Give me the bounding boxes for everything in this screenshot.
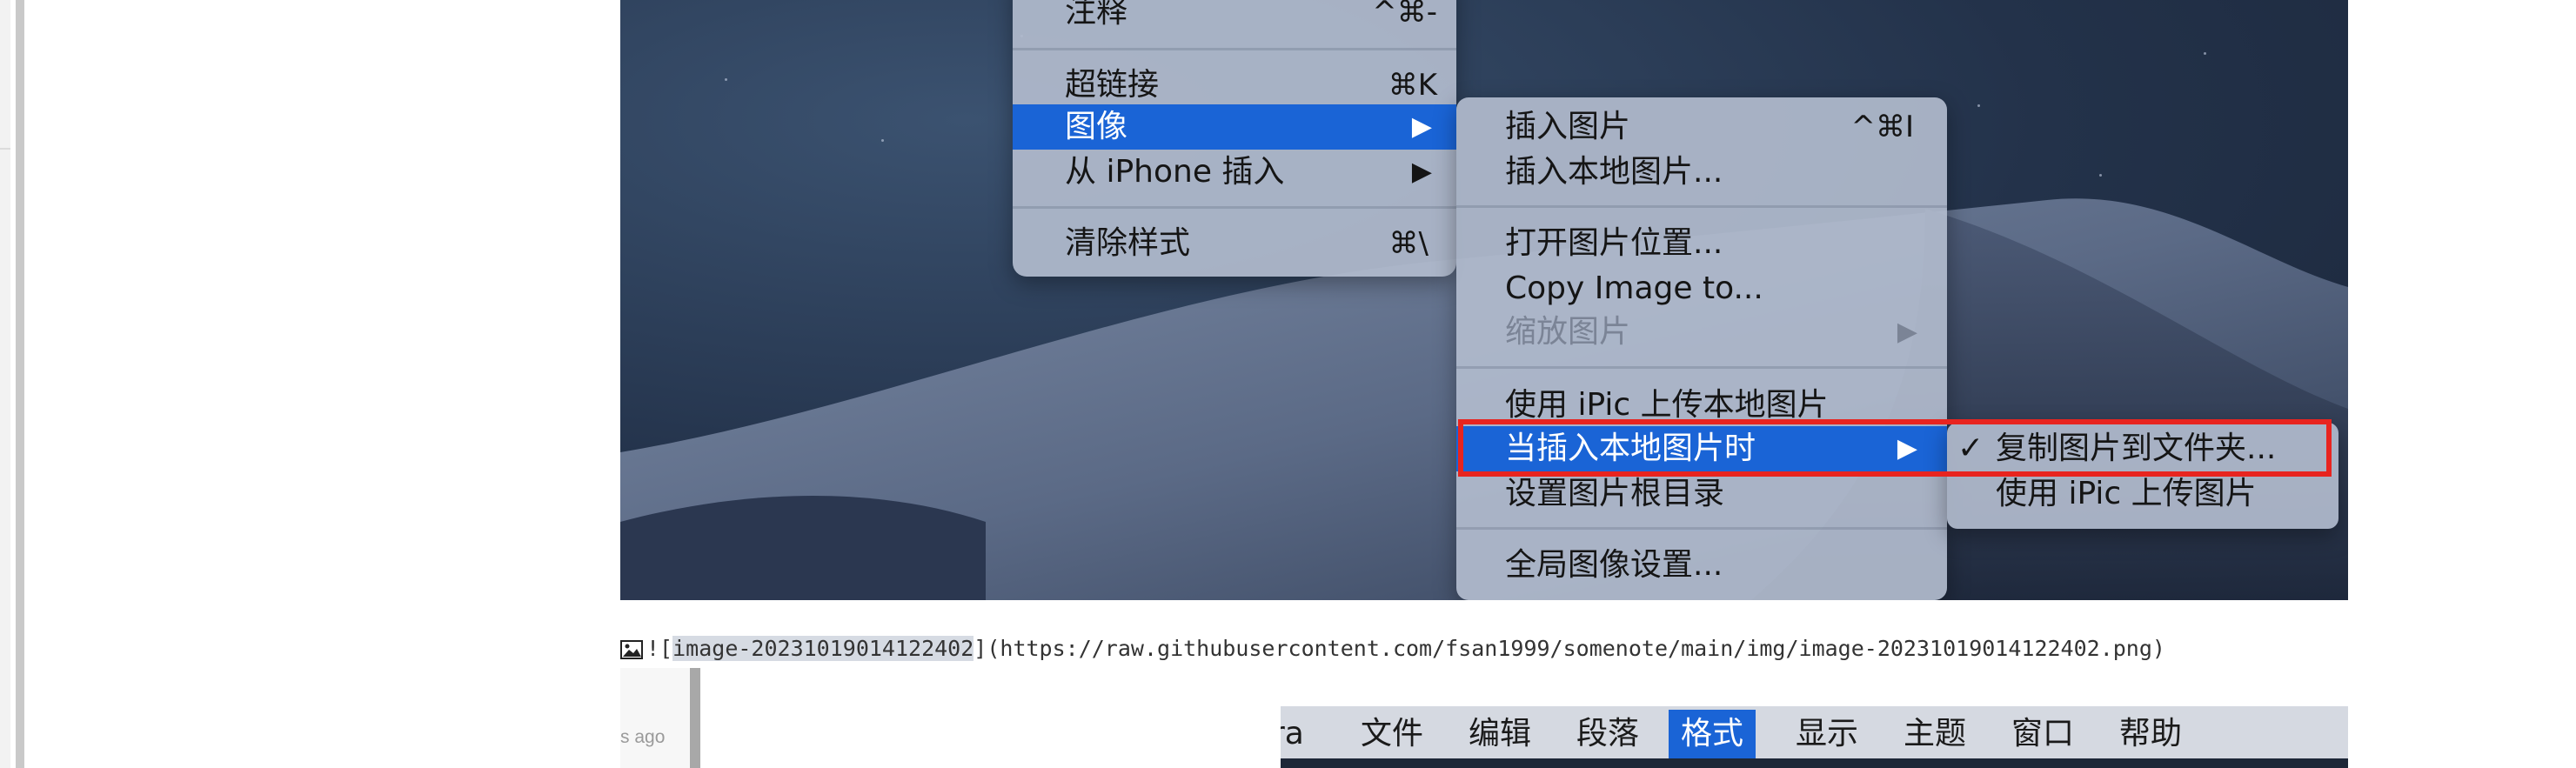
menu-item-set-image-root[interactable]: 设置图片根目录 bbox=[1456, 471, 1947, 515]
menu-item-insert-image[interactable]: 插入图片 ^⌘I bbox=[1456, 104, 1947, 148]
menubar-app-name[interactable]: ra bbox=[1281, 710, 1304, 758]
menu-item-ipic-upload[interactable]: 使用 iPic 上传图片 bbox=[1947, 471, 2338, 515]
submenu-arrow-icon: ▶ bbox=[1897, 317, 1917, 347]
menu-item-insert-from-iphone[interactable]: 从 iPhone 插入 ▶ bbox=[1013, 150, 1456, 193]
menubar-format[interactable]: 格式 bbox=[1669, 710, 1756, 758]
menu-separator bbox=[1456, 366, 1947, 369]
next-image-preview: s ago ra 文件 编辑 段落 格式 显示 主题 窗口 帮助 bbox=[620, 668, 2360, 768]
image-alt-text[interactable]: image-20231019014122402 bbox=[672, 636, 974, 661]
markdown-prefix: ![ bbox=[646, 636, 673, 661]
menu-item-copy-image-to[interactable]: Copy Image to... bbox=[1456, 266, 1947, 310]
menu-item-shortcut: ⌘\ bbox=[1388, 226, 1429, 261]
menu-item-label: 全局图像设置... bbox=[1505, 547, 1723, 583]
menubar-edit[interactable]: 编辑 bbox=[1469, 710, 1531, 758]
left-divider bbox=[0, 148, 10, 150]
menu-item-insert-local-image[interactable]: 插入本地图片... bbox=[1456, 150, 1947, 193]
embedded-screenshot: 注释 ^⌘- 超链接 ⌘K 图像 ▶ 从 iPhone 插入 ▶ 清除样式 ⌘\… bbox=[620, 0, 2348, 600]
menu-item-label: 超链接 bbox=[1065, 67, 1160, 103]
menu-item-shortcut: ^⌘I bbox=[1850, 110, 1914, 144]
menu-item-label: 使用 iPic 上传本地图片 bbox=[1505, 387, 1829, 423]
preview-sidebar bbox=[620, 668, 690, 768]
menu-item-label: 使用 iPic 上传图片 bbox=[1996, 476, 2257, 511]
menu-item-clear-style[interactable]: 清除样式 ⌘\ bbox=[1013, 221, 1456, 264]
format-menu: 注释 ^⌘- 超链接 ⌘K 图像 ▶ 从 iPhone 插入 ▶ 清除样式 ⌘\ bbox=[1013, 0, 1456, 277]
menu-item-label: 从 iPhone 插入 bbox=[1065, 154, 1285, 190]
menu-item-label: Copy Image to... bbox=[1505, 270, 1763, 306]
image-icon bbox=[620, 640, 643, 659]
menubar-help[interactable]: 帮助 bbox=[2119, 710, 2182, 758]
menubar-theme[interactable]: 主题 bbox=[1904, 710, 1966, 758]
menu-item-label: 插入本地图片... bbox=[1505, 154, 1723, 190]
star bbox=[2204, 52, 2206, 55]
menu-item-open-image-location[interactable]: 打开图片位置... bbox=[1456, 221, 1947, 264]
menu-item-label: 设置图片根目录 bbox=[1505, 476, 1725, 511]
timestamp-label: s ago bbox=[620, 727, 666, 747]
app-menubar: ra 文件 编辑 段落 格式 显示 主题 窗口 帮助 bbox=[1281, 706, 2348, 768]
menubar-shadow bbox=[1281, 758, 2348, 768]
image-submenu: 插入图片 ^⌘I 插入本地图片... 打开图片位置... Copy Image … bbox=[1456, 97, 1947, 600]
star bbox=[1977, 104, 1980, 107]
star bbox=[881, 139, 884, 142]
menu-item-label: 打开图片位置... bbox=[1505, 225, 1723, 261]
menu-item-label: 注释 bbox=[1065, 0, 1128, 30]
menu-item-global-image-settings[interactable]: 全局图像设置... bbox=[1456, 543, 1947, 586]
menu-item-label: 图像 bbox=[1065, 109, 1128, 144]
menu-separator bbox=[1013, 206, 1456, 209]
submenu-arrow-icon: ▶ bbox=[1411, 111, 1432, 142]
menu-item-shortcut: ^⌘- bbox=[1372, 0, 1437, 30]
menu-item-label: 缩放图片 bbox=[1505, 314, 1631, 350]
menubar-window[interactable]: 窗口 bbox=[2011, 710, 2074, 758]
highlight-annotation-box bbox=[1458, 419, 2332, 477]
menu-item-hyperlink[interactable]: 超链接 ⌘K bbox=[1013, 30, 1456, 104]
left-scroll-track bbox=[0, 0, 10, 768]
markdown-image-source[interactable]: ![image-20231019014122402](https://raw.g… bbox=[620, 631, 2165, 666]
star bbox=[725, 78, 727, 81]
markdown-url: ](https://raw.githubusercontent.com/fsan… bbox=[974, 636, 2165, 661]
menu-item-label: 清除样式 bbox=[1065, 225, 1191, 261]
menu-item-image[interactable]: 图像 ▶ bbox=[1013, 104, 1456, 150]
menubar-file[interactable]: 文件 bbox=[1361, 710, 1423, 758]
menu-item-zoom-image: 缩放图片 ▶ bbox=[1456, 310, 1947, 353]
menubar-view[interactable]: 显示 bbox=[1796, 710, 1858, 758]
menu-item-annotation[interactable]: 注释 ^⌘- bbox=[1013, 0, 1456, 33]
menu-separator bbox=[1456, 527, 1947, 530]
star bbox=[2099, 174, 2102, 177]
menu-item-shortcut: ⌘K bbox=[1388, 68, 1437, 103]
left-scrollbar[interactable] bbox=[16, 0, 24, 768]
submenu-arrow-icon: ▶ bbox=[1411, 157, 1432, 187]
menu-item-label: 插入图片 bbox=[1505, 109, 1631, 144]
preview-divider bbox=[690, 668, 700, 768]
menubar-paragraph[interactable]: 段落 bbox=[1576, 710, 1639, 758]
menu-separator bbox=[1456, 205, 1947, 208]
